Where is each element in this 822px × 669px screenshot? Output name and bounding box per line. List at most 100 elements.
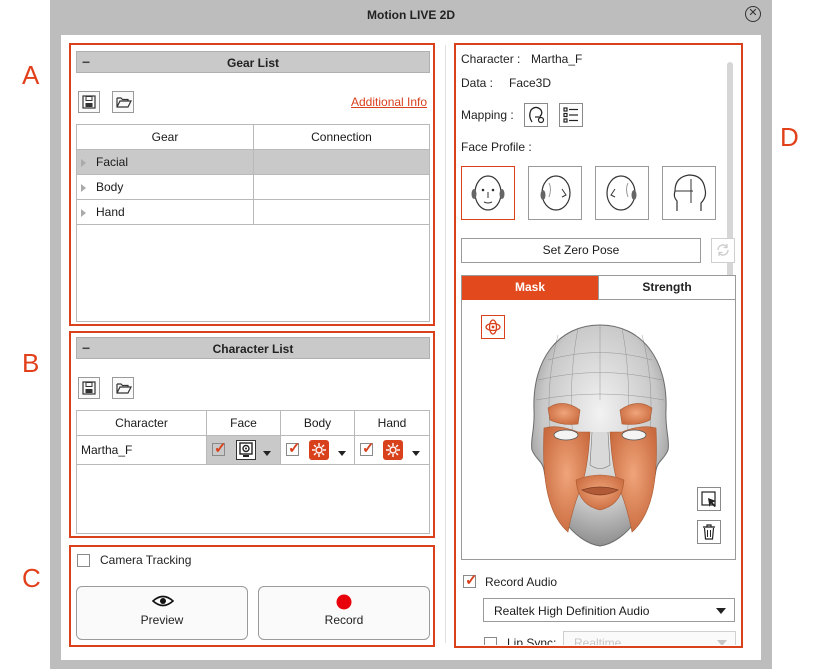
face-device-button[interactable]: [236, 440, 256, 460]
body-dropdown-arrow[interactable]: [338, 451, 346, 456]
record-dot-icon: [336, 594, 352, 610]
camera-tracking-checkbox[interactable]: [77, 554, 90, 567]
record-button[interactable]: Record: [258, 586, 430, 640]
lip-sync-row: Lip Sync: Realtime: [455, 630, 742, 645]
gear-name: Facial: [96, 155, 129, 169]
face-mapping-icon: [529, 106, 545, 124]
folder-open-icon: [116, 383, 132, 394]
body-device-button[interactable]: [309, 440, 329, 460]
folder-open-icon: [116, 97, 132, 108]
expand-icon[interactable]: [81, 158, 86, 167]
gear-settings-icon: [312, 443, 326, 457]
reset-pose-button[interactable]: [711, 238, 735, 263]
gear-table: Gear Connection Facial Body Hand: [76, 124, 430, 225]
gear-settings-icon: [386, 443, 400, 457]
open-character-button[interactable]: [112, 377, 134, 399]
character-list-header[interactable]: − Character List: [76, 337, 430, 359]
chevron-down-icon: [716, 608, 726, 614]
hand-dropdown-arrow[interactable]: [412, 451, 420, 456]
lip-sync-checkbox[interactable]: [484, 637, 497, 645]
face-dropdown-arrow[interactable]: [263, 451, 271, 456]
face-side-icon: [673, 174, 707, 211]
hand-column-header[interactable]: Hand: [354, 410, 430, 436]
open-gear-button[interactable]: [112, 91, 134, 113]
audio-device-select[interactable]: Realtek High Definition Audio: [483, 598, 735, 622]
mapping-label: Mapping :: [461, 108, 514, 122]
preview-label: Preview: [140, 613, 184, 627]
character-column-header[interactable]: Character: [76, 410, 207, 436]
eye-icon: [152, 595, 174, 607]
record-audio-label: Record Audio: [485, 575, 558, 589]
save-gear-button[interactable]: [78, 91, 100, 113]
save-icon: [82, 381, 96, 395]
gear-connection: [253, 174, 430, 200]
face-column-header[interactable]: Face: [206, 410, 281, 436]
face-enabled-checkbox[interactable]: ✓: [212, 440, 227, 457]
table-row[interactable]: Body: [76, 174, 430, 200]
select-region-icon: [701, 491, 716, 507]
face-mapping-button[interactable]: [524, 103, 548, 127]
tab-mask[interactable]: Mask: [462, 276, 598, 300]
character-name: Martha_F: [76, 435, 207, 465]
face-angle-left-icon: [540, 175, 571, 211]
gear-column-header[interactable]: Gear: [76, 124, 254, 150]
expand-icon[interactable]: [81, 208, 86, 217]
select-region-button[interactable]: [697, 487, 721, 511]
hand-device-button[interactable]: [383, 440, 403, 460]
character-list-title: Character List: [212, 342, 294, 356]
callout-b: B: [22, 348, 40, 378]
face-angle-right-icon: [606, 175, 637, 211]
lip-sync-select[interactable]: Realtime: [563, 631, 736, 645]
delete-region-button[interactable]: [697, 520, 721, 544]
save-character-button[interactable]: [78, 377, 100, 399]
record-audio-checkbox[interactable]: ✓: [463, 572, 478, 589]
connection-column-header[interactable]: Connection: [253, 124, 430, 150]
character-value: Martha_F: [531, 52, 583, 66]
face-profile-label: Face Profile :: [461, 140, 532, 154]
face-mask-preview: [531, 324, 669, 547]
gear-list-title: Gear List: [226, 56, 280, 70]
table-row[interactable]: Facial: [76, 149, 430, 175]
data-value: Face3D: [509, 76, 552, 90]
preview-button[interactable]: Preview: [76, 586, 248, 640]
callout-a: A: [22, 60, 40, 90]
gear-name: Hand: [96, 205, 125, 219]
gear-list-header[interactable]: − Gear List: [76, 51, 430, 73]
list-icon: [563, 107, 578, 123]
panel-divider: [445, 45, 446, 643]
face-profile-three-quarter-right[interactable]: [595, 166, 649, 220]
audio-device-value: Realtek High Definition Audio: [494, 604, 650, 618]
rotate-view-button[interactable]: [481, 315, 505, 339]
close-icon[interactable]: ✕: [745, 6, 761, 22]
gear-name: Body: [96, 180, 124, 194]
lip-sync-label: Lip Sync:: [507, 636, 557, 645]
table-row[interactable]: Hand: [76, 199, 430, 225]
character-label: Character :: [461, 52, 521, 66]
data-label: Data :: [461, 76, 494, 90]
mapping-list-button[interactable]: [559, 103, 583, 127]
record-label: Record: [324, 613, 364, 627]
additional-info-link[interactable]: Additional Info: [351, 95, 427, 109]
callout-c: C: [22, 563, 41, 593]
save-icon: [82, 95, 96, 109]
face-profile-three-quarter-left[interactable]: [528, 166, 582, 220]
expand-icon[interactable]: [81, 183, 86, 192]
hand-enabled-checkbox[interactable]: ✓: [360, 440, 375, 457]
gear-connection: [253, 149, 430, 175]
trash-icon: [703, 524, 715, 540]
callout-d: D: [780, 122, 799, 152]
face-profile-front[interactable]: [461, 166, 515, 220]
body-column-header[interactable]: Body: [280, 410, 355, 436]
face-profile-side[interactable]: [662, 166, 716, 220]
body-enabled-checkbox[interactable]: ✓: [286, 440, 301, 457]
tab-strength[interactable]: Strength: [598, 276, 735, 300]
webcam-icon: [239, 442, 253, 457]
lip-sync-value: Realtime: [574, 636, 622, 645]
set-zero-pose-button[interactable]: Set Zero Pose: [461, 238, 701, 263]
camera-tracking-label: Camera Tracking: [100, 553, 192, 567]
chevron-down-icon: [717, 640, 727, 645]
face-front-icon: [471, 175, 505, 211]
title-bar[interactable]: Motion LIVE 2D ✕: [50, 0, 772, 30]
window-title: Motion LIVE 2D: [367, 8, 455, 22]
gear-connection: [253, 199, 430, 225]
